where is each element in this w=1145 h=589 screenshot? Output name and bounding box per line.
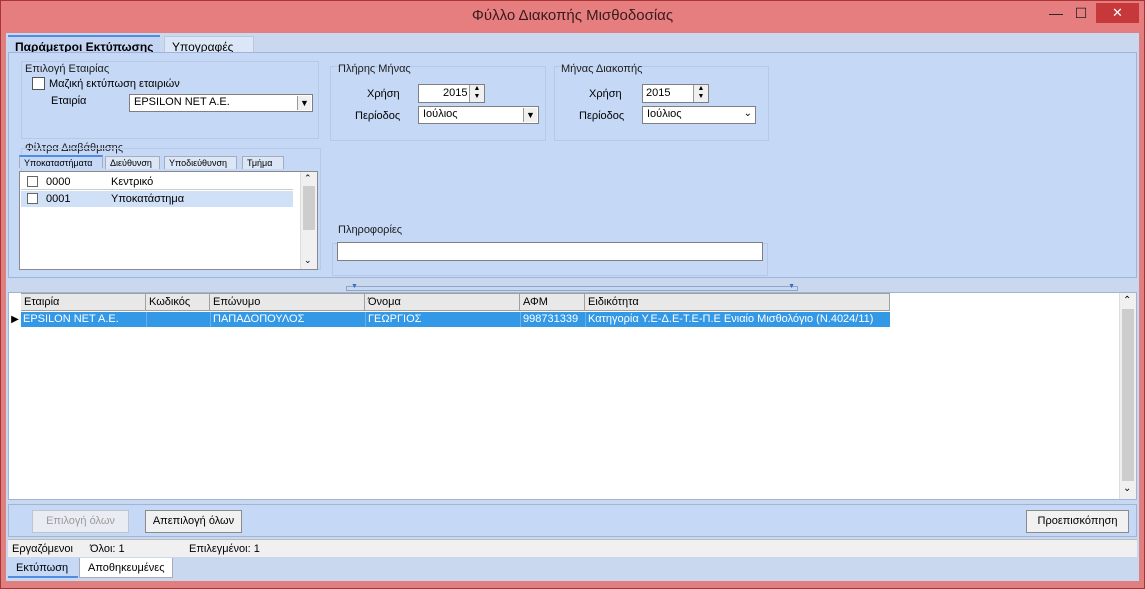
column-header-afm[interactable]: ΑΦΜ (520, 293, 585, 311)
scroll-thumb[interactable] (303, 186, 315, 230)
cell-separator (585, 312, 586, 327)
stop-month-label: Μήνας Διακοπής (561, 63, 643, 75)
branch-code: 0001 (46, 193, 71, 205)
branch-checkbox[interactable] (27, 193, 38, 204)
chevron-down-icon[interactable]: ⌄ (744, 108, 752, 119)
filter-tab-department[interactable]: Τμήμα (242, 156, 284, 169)
close-button[interactable]: ✕ (1096, 3, 1139, 23)
window-frame: Φύλλο Διακοπής Μισθοδοσίας — ☐ ✕ Παράμετ… (0, 0, 1145, 589)
column-header-surname[interactable]: Επώνυμο (210, 293, 365, 311)
chevron-down-icon[interactable]: ▼ (523, 108, 537, 122)
tab-saved[interactable]: Αποθηκευμένες (79, 558, 173, 578)
column-header-name[interactable]: Όνομα (365, 293, 520, 311)
mass-print-label: Μαζική εκτύπωση εταιριών (49, 78, 180, 90)
tab-print[interactable]: Εκτύπωση (8, 558, 78, 578)
status-total: Όλοι: 1 (90, 543, 125, 555)
stop-month-year-stepper[interactable]: 2015 ▲ ▼ (642, 84, 709, 103)
print-parameters-panel: Επιλογή Εταιρίας Μαζική εκτύπωση εταιριώ… (8, 52, 1137, 278)
stop-month-year-value: 2015 (646, 87, 671, 99)
spin-up-icon[interactable]: ▲ (694, 85, 708, 93)
full-month-group (330, 66, 546, 141)
filter-tab-branches[interactable]: Υποκαταστήματα (19, 155, 103, 168)
scroll-up-icon[interactable]: ⌃ (1123, 295, 1131, 306)
scroll-up-icon[interactable]: ⌃ (304, 173, 312, 184)
company-select-value: EPSILON NET A.E. (134, 96, 230, 108)
stop-month-group (554, 66, 769, 141)
current-row-indicator-icon: ▶ (11, 314, 19, 325)
status-bar: Εργαζόμενοι Όλοι: 1 Επιλεγμένοι: 1 (8, 539, 1137, 557)
branch-code: 0000 (46, 176, 71, 188)
full-month-period-label: Περίοδος (355, 110, 401, 122)
window-title: Φύλλο Διακοπής Μισθοδοσίας (471, 7, 674, 24)
cell-separator (365, 312, 366, 327)
title-bar[interactable]: Φύλλο Διακοπής Μισθοδοσίας — ☐ ✕ (1, 1, 1144, 32)
preview-button[interactable]: Προεπισκόπηση (1026, 510, 1129, 533)
filter-tab-directorate[interactable]: Διεύθυνση (105, 156, 160, 169)
chevron-down-icon[interactable]: ▼ (297, 96, 311, 110)
spin-up-icon[interactable]: ▲ (470, 85, 484, 93)
list-item[interactable]: 0001 Υποκατάστημα (21, 191, 293, 207)
minimize-button[interactable]: — (1045, 3, 1067, 23)
stop-month-period-label: Περίοδος (579, 110, 625, 122)
stop-month-year-label: Χρήση (589, 88, 622, 100)
spin-down-icon[interactable]: ▼ (470, 93, 484, 101)
panel-splitter[interactable]: ▼ ▼ (346, 283, 798, 291)
employees-grid[interactable]: Εταιρία Κωδικός Επώνυμο Όνομα ΑΦΜ Ειδικό… (8, 292, 1137, 500)
branch-name: Υποκατάστημα (111, 193, 185, 205)
deselect-all-button[interactable]: Απεπιλογή όλων (145, 510, 242, 533)
stop-month-period-value: Ιούλιος (647, 108, 682, 120)
cell-company: EPSILON NET A.E. (23, 313, 119, 325)
cell-surname: ΠΑΠΑΔΟΠΟΥΛΟΣ (213, 313, 305, 325)
client-area: Παράμετροι Εκτύπωσης Υπογραφές Επιλογή Ε… (6, 33, 1139, 581)
scroll-thumb[interactable] (1122, 309, 1134, 481)
mass-print-checkbox[interactable] (32, 77, 45, 90)
cell-afm: 998731339 (523, 313, 579, 325)
button-bar: Επιλογή όλων Απεπιλογή όλων Προεπισκόπησ… (8, 504, 1137, 537)
scroll-down-icon[interactable]: ⌄ (304, 255, 312, 266)
column-header-specialty[interactable]: Ειδικότητα (585, 293, 890, 311)
cell-separator (210, 312, 211, 327)
branch-name: Κεντρικό (111, 176, 154, 188)
company-select[interactable]: EPSILON NET A.E. ▼ (129, 94, 313, 112)
list-item[interactable]: 0000 Κεντρικό (21, 174, 293, 190)
branch-checkbox[interactable] (27, 176, 38, 187)
full-month-period-value: Ιούλιος (423, 108, 458, 120)
full-month-year-stepper[interactable]: 2015 ▲ ▼ (418, 84, 485, 103)
filter-tab-subdirectorate[interactable]: Υποδιεύθυνση (164, 156, 237, 169)
maximize-button[interactable]: ☐ (1069, 3, 1093, 23)
status-employees: Εργαζόμενοι (12, 543, 73, 555)
column-header-code[interactable]: Κωδικός (146, 293, 210, 311)
company-label: Εταιρία (51, 95, 87, 107)
company-group-label: Επιλογή Εταιρίας (25, 63, 110, 75)
column-header-company[interactable]: Εταιρία (21, 293, 146, 311)
status-selected: Επιλεγμένοι: 1 (189, 543, 260, 555)
scroll-down-icon[interactable]: ⌄ (1123, 483, 1131, 494)
grid-scrollbar[interactable]: ⌃ ⌄ (1119, 293, 1136, 499)
arrow-down-icon[interactable]: ▼ (351, 283, 358, 290)
cell-specialty: Κατηγορία Υ.Ε-Δ.Ε-Τ.Ε-Π.Ε Ενιαίο Μισθολό… (588, 313, 874, 325)
cell-name: ΓΕΩΡΓΙΟΣ (368, 313, 422, 325)
cell-separator (520, 312, 521, 327)
full-month-year-value: 2015 (443, 87, 468, 99)
arrow-down-icon[interactable]: ▼ (788, 283, 795, 290)
cell-separator (146, 312, 147, 327)
full-month-period-select[interactable]: Ιούλιος ▼ (418, 106, 539, 124)
full-month-label: Πλήρης Μήνας (338, 63, 411, 75)
info-field[interactable] (337, 242, 763, 261)
table-row[interactable]: EPSILON NET A.E. ΠΑΠΑΔΟΠΟΥΛΟΣ ΓΕΩΡΓΙΟΣ 9… (21, 312, 890, 327)
info-label: Πληροφορίες (338, 224, 403, 236)
branches-list[interactable]: 0000 Κεντρικό 0001 Υποκατάστημα ⌃ ⌄ (19, 171, 318, 270)
stop-month-period-select[interactable]: Ιούλιος ⌄ (642, 106, 756, 124)
full-month-year-label: Χρήση (367, 88, 400, 100)
select-all-button[interactable]: Επιλογή όλων (32, 510, 129, 533)
spin-down-icon[interactable]: ▼ (694, 93, 708, 101)
list-scrollbar[interactable]: ⌃ ⌄ (300, 172, 317, 269)
bottom-tabs: Εκτύπωση Αποθηκευμένες (6, 558, 1139, 580)
